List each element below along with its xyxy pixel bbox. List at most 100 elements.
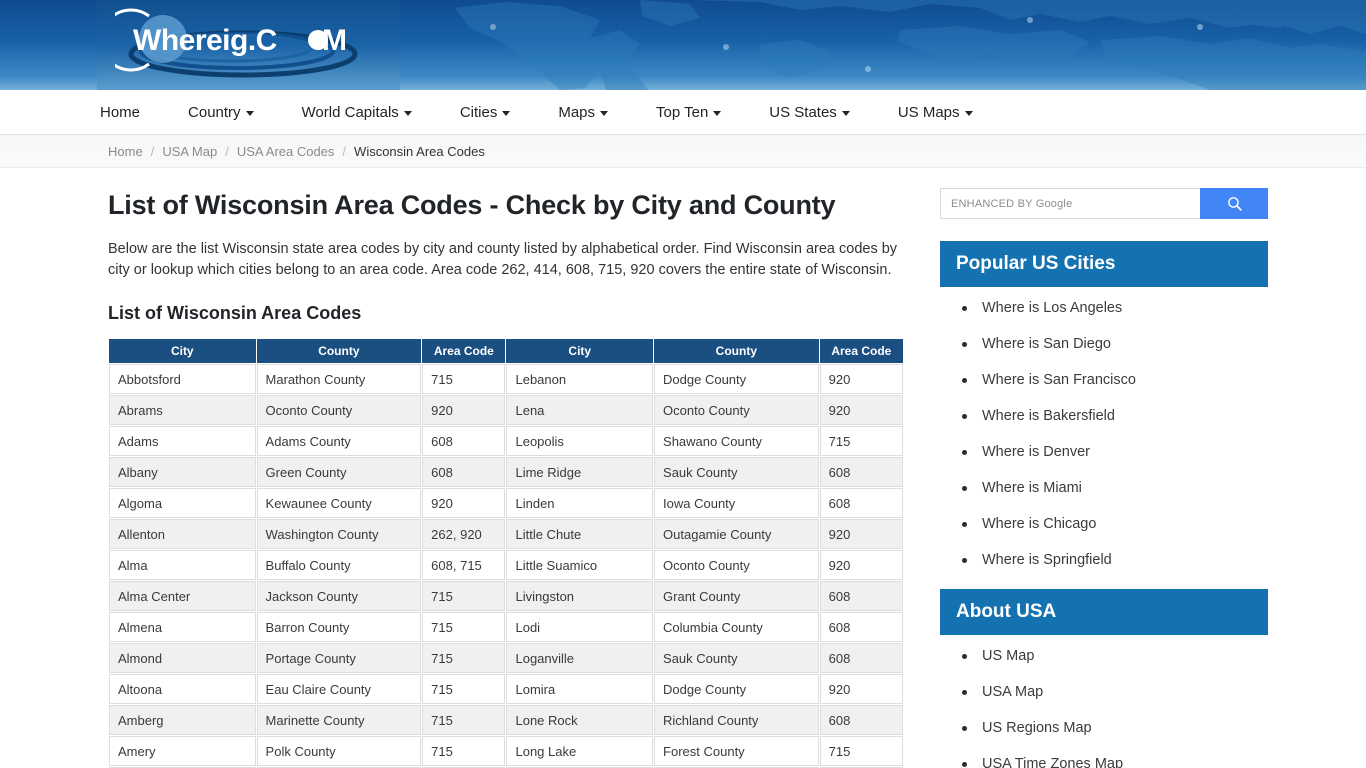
nav-item-home[interactable]: Home <box>100 104 140 121</box>
search-input[interactable] <box>940 188 1200 219</box>
table-cell: Oconto County <box>654 550 819 580</box>
table-cell: Eau Claire County <box>256 674 422 704</box>
breadcrumb-item: Wisconsin Area Codes <box>354 143 485 159</box>
list-item[interactable]: Where is Los Angeles <box>962 299 1268 317</box>
nav-item-us-maps[interactable]: US Maps <box>898 104 973 121</box>
chevron-down-icon <box>713 110 722 116</box>
chevron-down-icon <box>502 110 511 116</box>
sidebar-panel-list: Where is Los Angeles Where is San Diego Wh… <box>940 299 1268 569</box>
page-title: List of Wisconsin Area Codes - Check by … <box>108 190 836 220</box>
chevron-down-icon <box>245 110 254 116</box>
table-cell: 608 <box>819 581 903 611</box>
nav-item-world-capitals[interactable]: World Capitals <box>302 104 412 121</box>
list-item[interactable]: USA Map <box>962 683 1268 701</box>
nav-item-country[interactable]: Country <box>188 104 254 121</box>
table-cell: 715 <box>422 736 506 766</box>
breadcrumb-item[interactable]: Home <box>108 144 143 159</box>
list-item[interactable]: USA Time Zones Map <box>962 755 1268 768</box>
table-cell: 608 <box>819 457 903 487</box>
nav-item-maps[interactable]: Maps <box>558 103 609 121</box>
sidebar-panel-title: Popular US Cities <box>940 241 1268 287</box>
sidebar-panels: Popular US Cities Where is Los Angeles Whe… <box>940 241 1268 768</box>
table-row: Abbotsford Marathon County 715 Lebanon Dodge… <box>109 364 903 394</box>
table-cell: 920 <box>422 395 506 425</box>
table-cell: 608 <box>819 612 903 642</box>
table-cell: Lime Ridge <box>506 457 654 487</box>
nav-item-cities[interactable]: Cities <box>460 104 511 121</box>
table-cell: Almena <box>109 612 256 642</box>
breadcrumb-separator: / <box>342 143 347 159</box>
site-logo[interactable]: Whereig.C M <box>115 8 365 83</box>
table-column-header: Area Code <box>819 339 903 363</box>
table-cell: Marathon County <box>256 364 422 394</box>
list-item[interactable]: Where is Denver <box>962 443 1268 461</box>
table-cell: Lena <box>506 395 654 425</box>
table-cell: Little Chute <box>506 519 654 549</box>
nav-item-us-states[interactable]: US States <box>769 104 850 121</box>
table-cell: Iowa County <box>654 488 819 518</box>
list-item[interactable]: US Map <box>962 647 1268 665</box>
table-cell: Lodi <box>506 612 654 642</box>
table-cell: Alma <box>109 550 256 580</box>
table-cell: Forest County <box>654 736 819 766</box>
list-item[interactable]: Where is Springfield <box>962 551 1268 569</box>
table-column-header: City <box>506 339 654 363</box>
table-row: Abrams Oconto County 920 Lena Oconto County 9… <box>109 395 903 425</box>
area-codes-table: City County Area Code City County Area Code A… <box>108 338 904 768</box>
table-cell: Altoona <box>109 674 256 704</box>
breadcrumb-item[interactable]: USA Map <box>162 144 217 159</box>
table-cell: Polk County <box>256 736 422 766</box>
table-cell: 262, 920 <box>422 519 506 549</box>
table-row: Algoma Kewaunee County 920 Linden Iowa Count… <box>109 488 903 518</box>
list-item[interactable]: Where is Chicago <box>962 515 1268 533</box>
table-cell: 608, 715 <box>422 550 506 580</box>
list-item[interactable]: Where is San Francisco <box>962 371 1268 389</box>
table-cell: Marinette County <box>256 705 422 735</box>
breadcrumb: Home / USA Map / USA Area Codes / Wisconsin Ar… <box>0 135 1366 168</box>
site-banner: Whereig.C M <box>0 0 1366 90</box>
table-cell: Almond <box>109 643 256 673</box>
table-cell: Columbia County <box>654 612 819 642</box>
table-row: Altoona Eau Claire County 715 Lomira Dodge C… <box>109 674 903 704</box>
table-cell: Richland County <box>654 705 819 735</box>
table-cell: Dodge County <box>654 364 819 394</box>
table-row: Adams Adams County 608 Leopolis Shawano Coun… <box>109 426 903 456</box>
nav-item-label: World Capitals <box>301 103 399 121</box>
table-cell: Washington County <box>256 519 422 549</box>
table-cell: 715 <box>422 612 506 642</box>
table-cell: 715 <box>422 364 506 394</box>
list-item[interactable]: Where is Bakersfield <box>962 407 1268 425</box>
table-cell: Adams County <box>256 426 422 456</box>
list-item[interactable]: US Regions Map <box>962 719 1268 737</box>
table-row: Almena Barron County 715 Lodi Columbia Count… <box>109 612 903 642</box>
table-body: Abbotsford Marathon County 715 Lebanon Dodge… <box>109 364 903 768</box>
svg-text:Whereig.C: Whereig.C <box>133 24 277 57</box>
table-cell: 920 <box>819 519 903 549</box>
table-cell: Oconto County <box>654 395 819 425</box>
table-cell: Long Lake <box>506 736 654 766</box>
table-cell: Lebanon <box>506 364 654 394</box>
breadcrumb-separator: / <box>225 143 229 159</box>
nav-item-top-ten[interactable]: Top Ten <box>656 104 722 121</box>
table-cell: Loganville <box>506 643 654 673</box>
list-item[interactable]: Where is San Diego <box>962 335 1268 353</box>
sidebar-panel: About USA US Map USA Map US Regions Map USA … <box>940 589 1268 768</box>
nav-item-label: US Maps <box>897 103 960 121</box>
search-icon <box>1227 197 1242 211</box>
sidebar-panel-title: About USA <box>940 589 1268 635</box>
table-cell: Green County <box>256 457 422 487</box>
table-cell: Sauk County <box>654 457 819 487</box>
table-column-header: County <box>654 339 819 363</box>
table-cell: Leopolis <box>506 426 654 456</box>
table-cell: 608 <box>819 705 903 735</box>
nav-item-label: Maps <box>558 103 596 121</box>
table-cell: Sauk County <box>654 643 819 673</box>
breadcrumb-separator: / <box>150 143 155 159</box>
list-item[interactable]: Where is Miami <box>962 479 1268 497</box>
table-cell: 920 <box>422 488 506 518</box>
page-layout: List of Wisconsin Area Codes - Check by … <box>0 168 1366 768</box>
table-cell: 920 <box>819 395 903 425</box>
sidebar-panel: Popular US Cities Where is Los Angeles Whe… <box>940 241 1268 569</box>
search-button[interactable] <box>1200 188 1268 219</box>
breadcrumb-item[interactable]: USA Area Codes <box>237 144 335 159</box>
